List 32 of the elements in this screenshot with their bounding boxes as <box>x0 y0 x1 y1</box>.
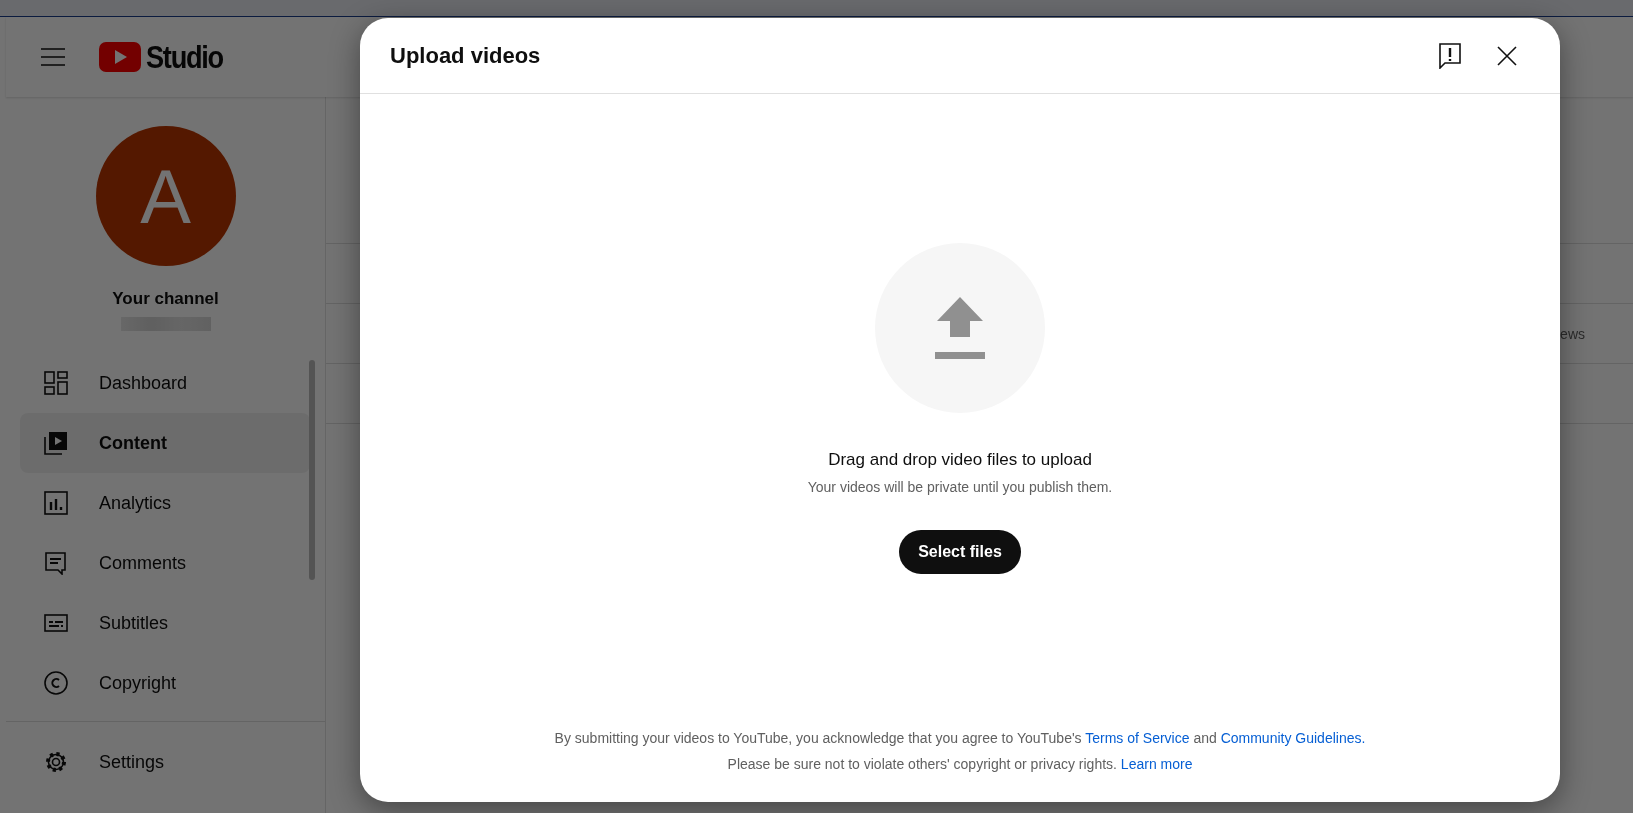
bar-chart-icon <box>44 491 68 515</box>
dashboard-icon <box>44 371 68 395</box>
feedback-icon[interactable] <box>1439 42 1461 69</box>
sidebar-item[interactable]: Comments <box>20 533 310 593</box>
video-library-icon <box>44 431 68 455</box>
subtitles-icon <box>44 611 68 635</box>
channel-avatar[interactable]: A <box>95 126 236 266</box>
sidebar-item[interactable]: Subtitles <box>20 593 310 653</box>
legal-notice: By submitting your videos to YouTube, you acknowledge that you agree to YouTube's Terms of Service and Community Guidelines. <box>554 730 1366 746</box>
dialog-title: Upload videos <box>390 42 542 69</box>
scrollbar[interactable] <box>309 360 315 580</box>
copyright-icon <box>44 671 68 695</box>
link[interactable]: Community Guidelines. <box>1220 730 1366 746</box>
channel-name: Your channel <box>112 289 219 309</box>
legal-notice: Please be sure not to violate others' copyright or privacy rights. Learn more <box>727 756 1193 772</box>
comment-icon <box>44 551 68 575</box>
link[interactable]: Terms of Service <box>1085 730 1190 746</box>
close-icon[interactable] <box>1497 45 1517 66</box>
play-logo-icon <box>99 42 141 72</box>
sidebar-item[interactable]: Analytics <box>20 473 310 533</box>
menu-icon[interactable] <box>41 48 65 66</box>
privacy-note: Your videos will be private until you publish them. <box>807 479 1113 495</box>
sidebar-item[interactable]: Copyright <box>20 653 310 713</box>
select-files-button[interactable]: Select files <box>899 530 1021 574</box>
logo-text: Studio <box>146 38 223 76</box>
settings-icon <box>44 750 68 774</box>
sidebar-item[interactable]: Dashboard <box>20 353 310 413</box>
upload-icon <box>935 297 985 359</box>
sidebar-item[interactable]: Content <box>20 413 310 473</box>
link[interactable]: Learn more <box>1120 756 1193 772</box>
sidebar-item[interactable]: Settings <box>20 732 310 792</box>
upload-prompt: Drag and drop video files to upload <box>828 450 1092 470</box>
